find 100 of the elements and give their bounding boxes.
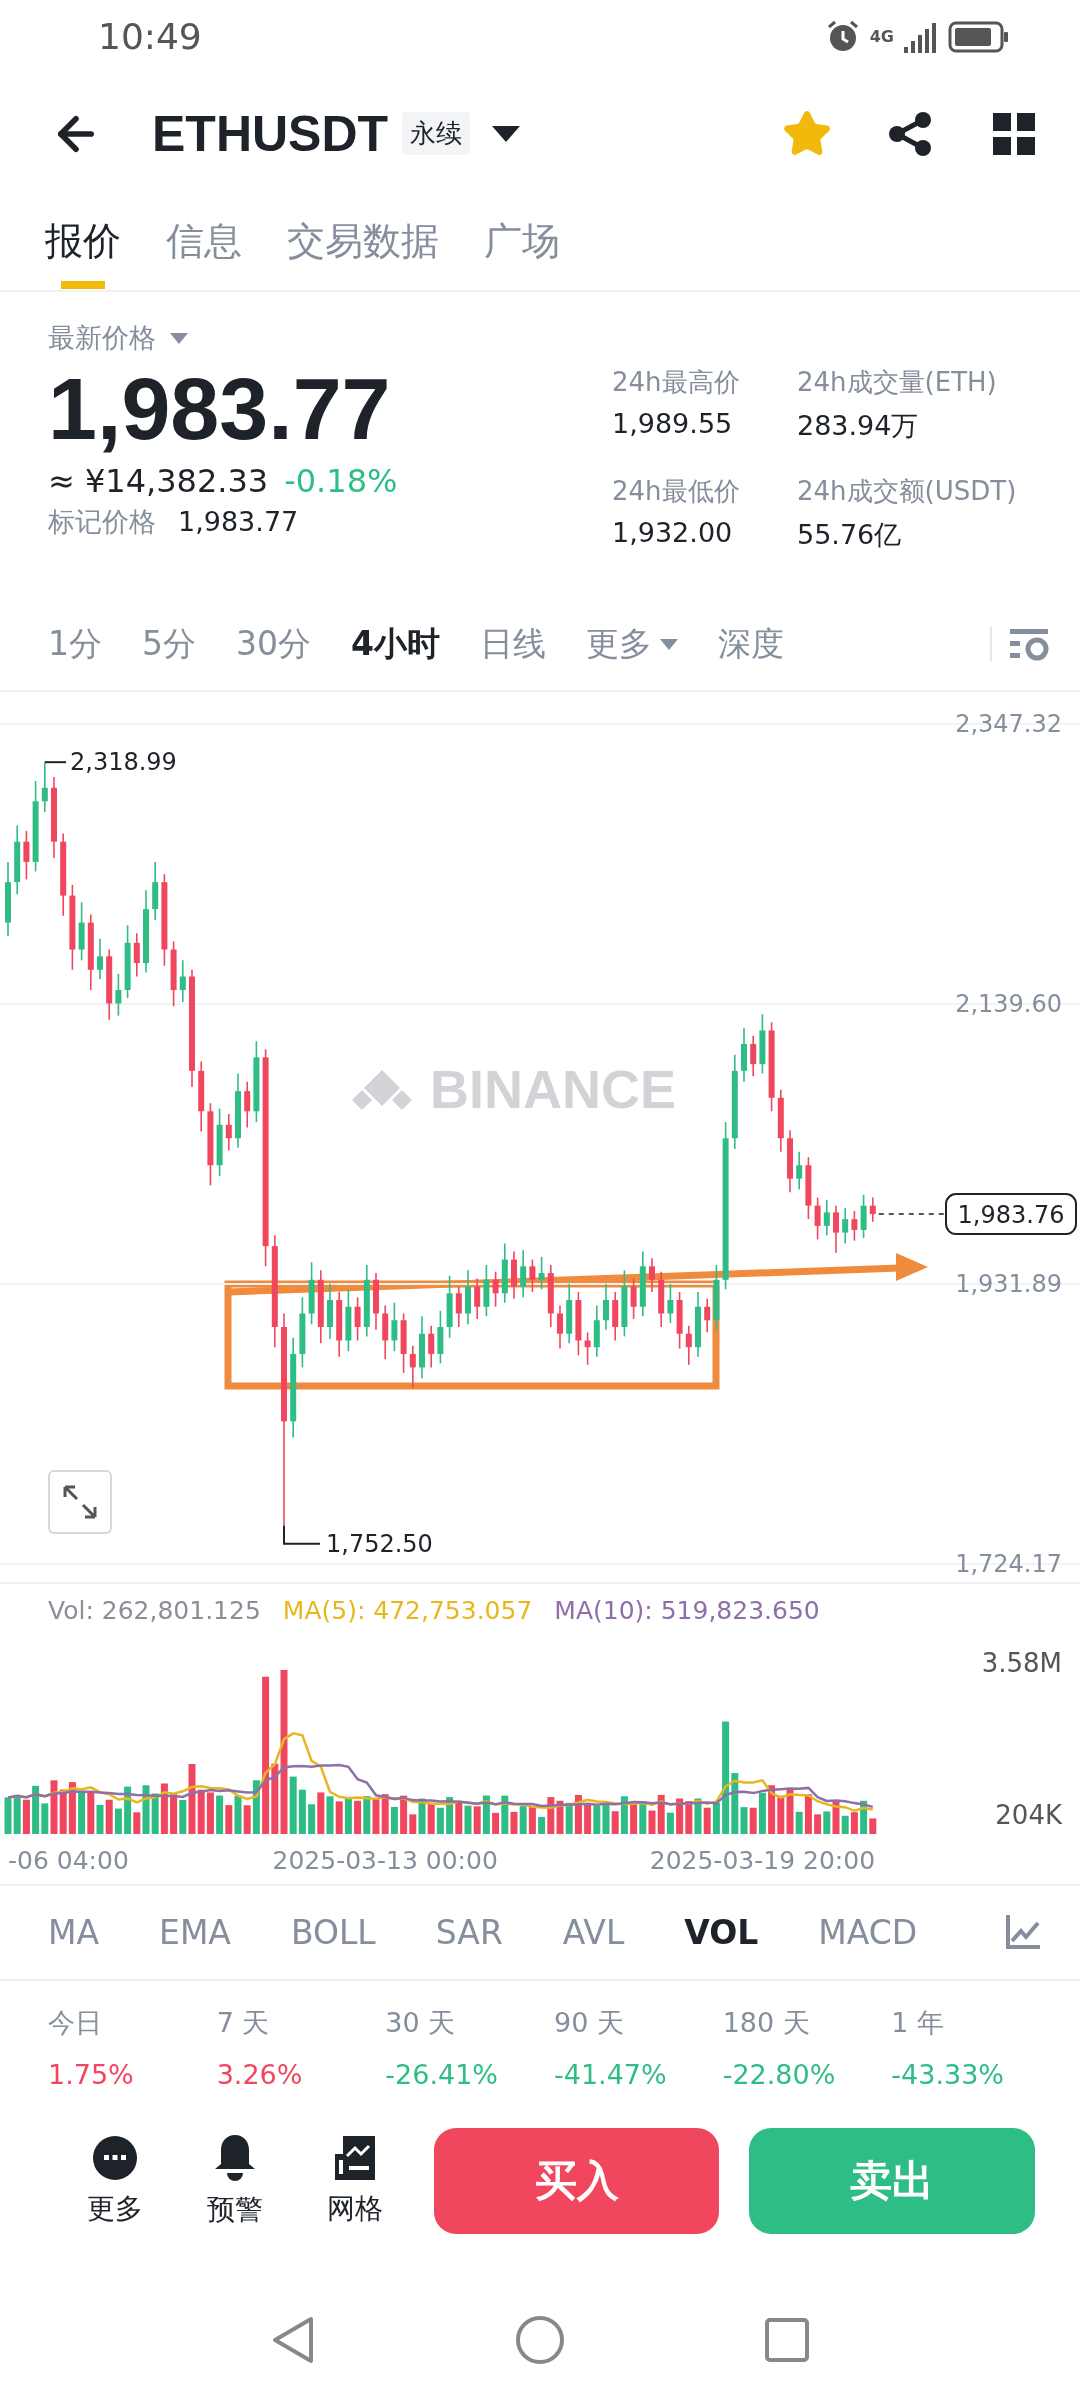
current-price-line [877,1213,945,1216]
high-marker-line [43,761,67,764]
candlestick [603,1283,609,1331]
stat-label: 24h最高价 [612,366,741,400]
page-tab[interactable]: 广场 [484,194,560,290]
candlestick [869,1197,876,1224]
candlestick [179,959,186,1004]
candlestick [704,1298,711,1334]
interval-tab[interactable]: 30分 [236,621,311,667]
period-label: 7 天 [216,2005,271,2040]
period-change: 1.75% [48,2058,135,2090]
back-nav-icon[interactable] [271,2315,315,2366]
candlestick [409,1345,416,1389]
volume-legend: MA(5): 472,753.057 [282,1596,533,1626]
period-label: 90 天 [554,2005,625,2040]
candlestick [538,1256,545,1291]
indicator-tab[interactable]: MA [48,1912,100,1952]
page-tab[interactable]: 报价 [45,194,121,290]
candlestick [97,938,103,981]
low-marker-line [283,1525,321,1546]
interval-tab[interactable]: 5分 [142,621,196,667]
candlestick [492,1271,499,1308]
toolbar-action[interactable]: 网格 [309,2134,400,2229]
current-price-tag: 1,983.76 [945,1193,1077,1236]
candlestick [796,1151,803,1191]
candlestick [391,1302,398,1353]
indicator-tab[interactable]: EMA [159,1912,231,1952]
interval-tab[interactable]: 1分 [48,621,102,667]
stat-label: 24h最低价 [612,475,741,509]
stat-value: 283.94万 [797,409,920,444]
toolbar-action[interactable]: 预警 [189,2133,280,2230]
grid-trading-icon [332,2134,377,2183]
candlestick [455,1286,462,1329]
dropdown-caret-icon [659,638,678,650]
page-tab[interactable]: 信息 [166,194,242,290]
price-axis-label: 2,139.60 [955,990,1062,1019]
expand-icon [61,1483,99,1522]
indicator-tab[interactable]: BOLL [290,1912,376,1952]
stat-label: 24h成交量(ETH) [797,366,998,400]
share-icon[interactable] [887,110,933,157]
high-price-label: 2,318.99 [70,748,177,777]
interval-tab[interactable]: 深度 [717,621,784,667]
last-price: 1,983.77 [48,358,392,461]
price-axis-label: 1,931.89 [955,1270,1062,1299]
period-change: 3.26% [216,2058,304,2090]
fiat-price: ≈ ¥14,382.33 [48,461,269,500]
mark-price: 1,983.77 [178,506,299,538]
interval-tab[interactable]: 更多 [585,621,678,667]
perpetual-tag: 永续 [402,112,471,156]
period-label: 1 年 [891,2005,946,2040]
stat-value: 55.76亿 [797,518,903,553]
indicator-tab[interactable]: MACD [818,1912,918,1952]
candlestick [833,1205,839,1255]
recents-nav-icon[interactable] [765,2318,809,2363]
sell-button[interactable]: 卖出 [749,2128,1035,2235]
time-axis-label: 2025-03-19 20:00 [649,1846,876,1876]
time-axis-label: -06 04:00 [8,1846,129,1876]
mark-price-label: 标记价格 [48,504,156,539]
candlestick [529,1259,536,1294]
stat-value: 1,932.00 [612,517,734,549]
alarm-icon [825,19,860,54]
low-price-label: 1,752.50 [326,1530,433,1559]
home-nav-icon[interactable] [515,2315,565,2366]
chart-settings-icon[interactable] [990,627,1050,662]
candlestick [842,1207,849,1245]
candlestick [667,1283,674,1325]
buy-button[interactable]: 买入 [433,2128,720,2235]
candlestick [649,1257,655,1294]
candlestick [814,1197,821,1241]
volume-legend: Vol: 262,801.125 [48,1596,261,1626]
toolbar-action[interactable]: 更多 [70,2134,160,2229]
price-type-label[interactable]: 最新价格 [48,320,156,357]
time-axis-label: 2025-03-13 00:00 [272,1846,498,1876]
candlestick [851,1210,858,1242]
period-change: -41.47% [554,2058,668,2090]
volume-legend: MA(10): 519,823.650 [554,1596,820,1626]
battery-icon [948,20,1010,53]
stat-value: 1,989.55 [612,408,734,440]
symbol-title: ETHUSDT [152,104,389,163]
price-change: -0.18% [284,461,398,500]
fullscreen-button[interactable] [48,1470,112,1535]
page-tab[interactable]: 交易数据 [287,194,439,290]
indicator-tab[interactable]: SAR [435,1912,503,1952]
candlestick [557,1305,563,1350]
candlestick [474,1278,481,1321]
candlestick [685,1325,692,1366]
period-label: 180 天 [722,2005,811,2040]
period-label: 30 天 [385,2005,457,2040]
indicator-settings-icon[interactable] [1006,1915,1040,1950]
dropdown-caret-icon[interactable] [492,125,521,142]
indicator-tab[interactable]: VOL [684,1912,759,1952]
indicator-tab[interactable]: AVL [562,1912,625,1952]
period-change: -26.41% [385,2058,500,2090]
volume-axis-label: 204K [995,1800,1062,1831]
period-label: 今日 [48,2005,103,2040]
interval-tab[interactable]: 4小时 [351,621,440,667]
status-time: 10:49 [98,16,202,58]
interval-tab[interactable]: 日线 [479,621,546,667]
grid-menu-icon[interactable] [993,112,1035,155]
signal-icon [904,20,938,53]
